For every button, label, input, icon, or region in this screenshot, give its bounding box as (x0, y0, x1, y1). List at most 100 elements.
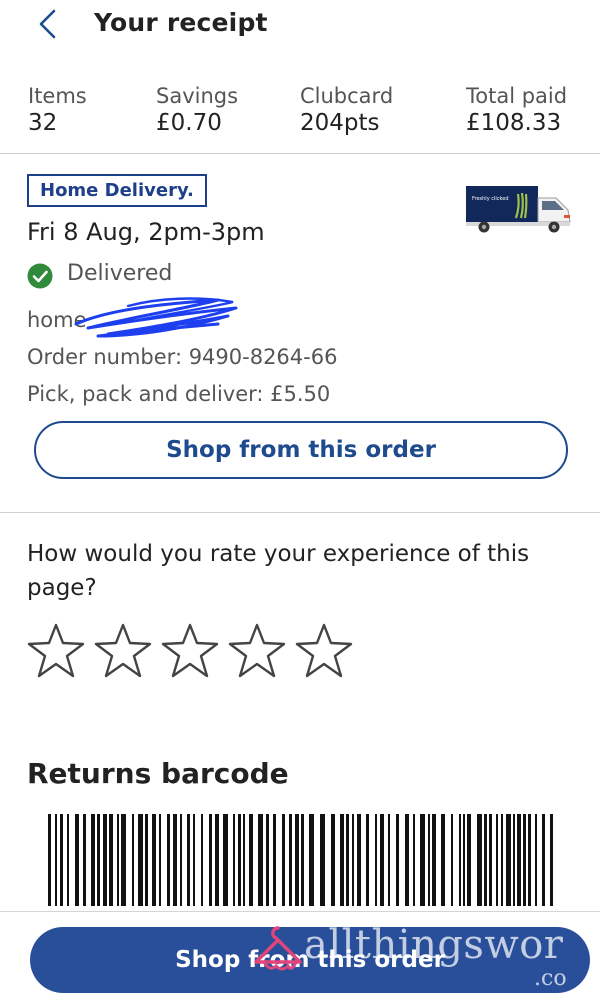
barcode-bar (289, 814, 292, 906)
barcode-bar (55, 814, 57, 906)
barcode-bar (375, 814, 377, 906)
barcode-bar (238, 814, 241, 906)
barcode-bar (451, 814, 453, 906)
rating-question: How would you rate your experience of th… (27, 541, 530, 601)
bottom-action-bar: Shop from this order (0, 911, 600, 1002)
shop-from-order-button[interactable]: Shop from this order (34, 421, 568, 479)
barcode-bar (413, 814, 415, 906)
barcode-bar (209, 814, 212, 906)
barcode-bar (145, 814, 148, 906)
barcode-bar (138, 814, 143, 906)
stat-value: 204pts (300, 110, 380, 136)
barcode-bar (159, 814, 161, 906)
delivery-slot: Fri 8 Aug, 2pm-3pm (27, 218, 265, 246)
barcode-bar (243, 814, 245, 906)
barcode-bar (432, 814, 436, 906)
order-status: Delivered (67, 261, 173, 286)
barcode-bar (550, 814, 553, 906)
stat-savings: Savings £0.70 (156, 84, 238, 136)
page-title: Your receipt (94, 8, 268, 37)
barcode-bar (496, 814, 498, 906)
back-button[interactable] (30, 4, 66, 44)
barcode-bar (301, 814, 304, 906)
chevron-left-icon (39, 9, 56, 39)
returns-barcode (48, 814, 553, 906)
barcode-bar (152, 814, 156, 906)
barcode-bar (528, 814, 531, 906)
star-rating[interactable] (27, 622, 367, 684)
barcode-bar (60, 814, 63, 906)
barcode-bar (467, 814, 471, 906)
stat-label: Clubcard (300, 84, 394, 108)
barcode-bar (346, 814, 349, 906)
barcode-bar (441, 814, 445, 906)
barcode-bar (428, 814, 430, 906)
barcode-bar (340, 814, 344, 906)
barcode-bar (523, 814, 526, 906)
barcode-bar (517, 814, 521, 906)
barcode-bar (167, 814, 170, 906)
star-icon[interactable] (27, 622, 85, 680)
stat-label: Savings (156, 84, 239, 108)
barcode-bar (48, 814, 51, 906)
barcode-bar (91, 814, 95, 906)
barcode-bar (282, 814, 285, 906)
stat-label: Total paid (466, 84, 568, 108)
redaction-scribble (74, 297, 238, 338)
star-icon[interactable] (94, 622, 152, 680)
barcode-bar (67, 814, 69, 906)
barcode-bar (459, 814, 461, 906)
stat-label: Items (28, 84, 87, 108)
barcode-bar (83, 814, 86, 906)
shop-from-order-primary-button[interactable]: Shop from this order (30, 927, 590, 993)
barcode-bar (405, 814, 409, 906)
van-slogan: Freshly clicked (472, 196, 509, 202)
barcode-bar (388, 814, 390, 906)
barcode-bar (121, 814, 126, 906)
order-number: Order number: 9490-8264-66 (27, 345, 338, 369)
barcode-bar (535, 814, 537, 906)
star-icon[interactable] (295, 622, 353, 680)
barcode-bar (357, 814, 361, 906)
barcode-bar (309, 814, 314, 906)
barcode-bar (352, 814, 354, 906)
barcode-bar (489, 814, 492, 906)
barcode-bar (266, 814, 269, 906)
barcode-bar (501, 814, 503, 906)
header: Your receipt (0, 0, 600, 50)
barcode-bar (506, 814, 511, 906)
barcode-bar (366, 814, 369, 906)
barcode-bar (258, 814, 263, 906)
delivery-van-image: Freshly clicked (466, 186, 571, 233)
barcode-bar (193, 814, 195, 906)
barcode-bar (109, 814, 113, 906)
delivery-type-badge: Home Delivery. (27, 174, 207, 207)
stat-value: £0.70 (156, 110, 222, 136)
barcode-bar (173, 814, 177, 906)
barcode-bar (542, 814, 545, 906)
stat-total-paid: Total paid £108.33 (466, 84, 567, 136)
star-icon[interactable] (161, 622, 219, 680)
barcode-bar (320, 814, 325, 906)
barcode-bar (223, 814, 228, 906)
barcode-bar (180, 814, 182, 906)
star-icon[interactable] (228, 622, 286, 680)
stat-clubcard: Clubcard 204pts (300, 84, 393, 136)
barcode-bar (215, 814, 219, 906)
barcode-bar (187, 814, 190, 906)
receipt-summary: Items 32 Savings £0.70 Clubcard 204pts T… (0, 84, 600, 154)
barcode-bar (463, 814, 465, 906)
barcode-bar (484, 814, 487, 906)
check-circle-icon (27, 263, 53, 289)
stat-value: 32 (28, 110, 58, 136)
delivery-charge: Pick, pack and deliver: £5.50 (27, 382, 331, 406)
barcode-bar (75, 814, 79, 906)
barcode-bar (103, 814, 107, 906)
returns-barcode-title: Returns barcode (27, 757, 289, 790)
barcode-bar (513, 814, 515, 906)
stat-value: £108.33 (466, 110, 562, 136)
stat-items: Items 32 (28, 84, 87, 136)
barcode-bar (273, 814, 276, 906)
barcode-bar (396, 814, 399, 906)
barcode-bar (97, 814, 100, 906)
